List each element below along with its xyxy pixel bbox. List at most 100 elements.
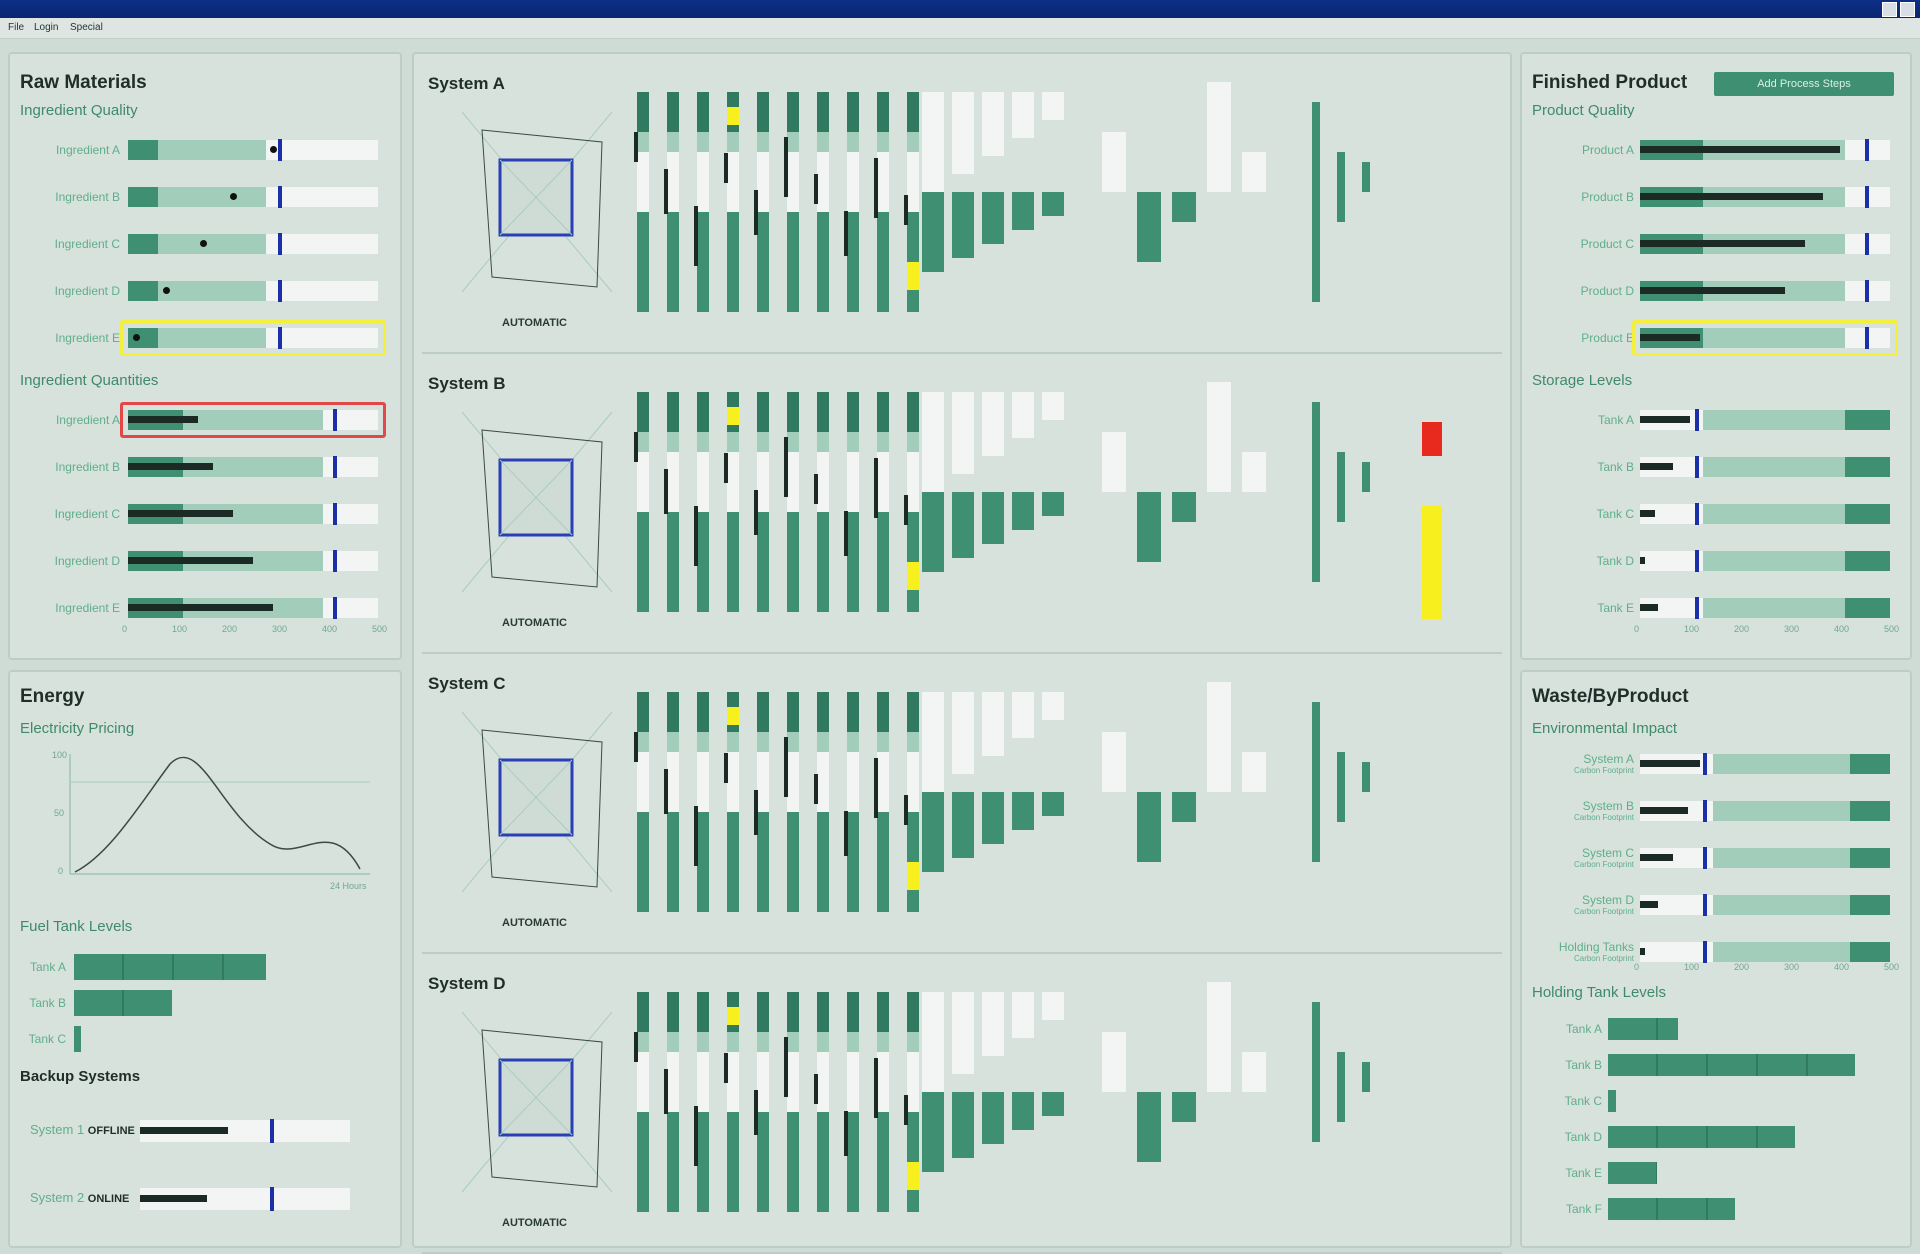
row-label: Tank D — [1564, 1130, 1602, 1144]
parameter-slider[interactable] — [727, 92, 739, 312]
row-label: Ingredient D — [54, 284, 120, 298]
row-label: System D — [1581, 893, 1634, 907]
bullet-bar — [1640, 287, 1785, 294]
row-label: Tank C — [1564, 1094, 1602, 1108]
slider-indicator — [904, 495, 908, 525]
slider-indicator — [664, 769, 668, 814]
axis-tick: 500 — [1884, 962, 1900, 972]
parameter-slider[interactable] — [877, 92, 889, 312]
slider-indicator — [874, 158, 878, 218]
parameter-slider[interactable] — [847, 92, 859, 312]
parameter-slider[interactable] — [697, 392, 709, 612]
bullet-bar — [1640, 240, 1805, 247]
parameter-slider[interactable] — [757, 392, 769, 612]
waterfall-bar-positive — [1042, 92, 1064, 120]
pricing-xlabel: 24 Hours — [330, 881, 367, 891]
parameter-slider[interactable] — [727, 992, 739, 1212]
parameter-slider[interactable] — [757, 692, 769, 912]
system-name: System C — [428, 674, 506, 693]
parameter-slider[interactable] — [817, 92, 829, 312]
parameter-slider[interactable] — [847, 992, 859, 1212]
parameter-slider[interactable] — [727, 692, 739, 912]
impact-bar — [1640, 854, 1673, 861]
parameter-slider[interactable] — [817, 392, 829, 612]
quality-point — [162, 287, 170, 294]
waterfall-bar-positive — [952, 992, 974, 1074]
slider-indicator — [874, 758, 878, 818]
system-status-diagram — [461, 1011, 613, 1193]
backup-systems-heading: Backup Systems — [20, 1068, 141, 1085]
waterfall-bar-positive — [982, 692, 1004, 756]
parameter-slider[interactable] — [847, 692, 859, 912]
variance-bar-negative — [1137, 192, 1161, 262]
target-marker — [278, 139, 282, 161]
system-mode: AUTOMATIC — [502, 917, 567, 929]
variance-bar-negative — [1137, 792, 1161, 862]
variance-bar-positive — [1102, 432, 1126, 492]
row-label: Holding Tanks — [1558, 940, 1634, 954]
holding-bar — [1608, 1054, 1855, 1076]
parameter-slider[interactable] — [667, 692, 679, 912]
target-marker — [1695, 503, 1699, 525]
slider-indicator — [694, 506, 698, 566]
parameter-slider[interactable] — [877, 992, 889, 1212]
parameter-slider[interactable] — [637, 992, 649, 1212]
add-process-steps-button[interactable]: Add Process Steps — [1714, 72, 1894, 96]
parameter-slider[interactable] — [757, 92, 769, 312]
variance-bar-positive — [1207, 382, 1231, 492]
row-label: Ingredient A — [55, 413, 120, 427]
parameter-slider[interactable] — [817, 992, 829, 1212]
close-button[interactable] — [1900, 2, 1915, 17]
row-sublabel: Carbon Footprint — [1573, 813, 1634, 822]
step-bar — [1337, 152, 1345, 222]
target-marker — [333, 597, 337, 619]
parameter-slider[interactable] — [787, 392, 799, 612]
parameter-slider[interactable] — [787, 992, 799, 1212]
slider-indicator — [754, 490, 758, 535]
slider-warning — [907, 1162, 919, 1190]
parameter-slider[interactable] — [787, 92, 799, 312]
backup-name: System 1 — [30, 1122, 88, 1137]
backup-label: System 1 OFFLINE — [30, 1122, 135, 1137]
slider-indicator — [694, 206, 698, 266]
axis-tick: 300 — [272, 624, 288, 634]
target-marker — [1695, 409, 1699, 431]
parameter-slider[interactable] — [847, 392, 859, 612]
slider-indicator — [724, 453, 728, 483]
system-mode: AUTOMATIC — [502, 1217, 567, 1229]
parameter-slider[interactable] — [877, 392, 889, 612]
minimize-button[interactable] — [1882, 2, 1897, 17]
parameter-slider[interactable] — [817, 692, 829, 912]
row-label: Tank A — [1565, 1022, 1602, 1036]
menu-login[interactable]: Login — [34, 18, 58, 38]
axis-tick: 300 — [1784, 962, 1800, 972]
environmental-impact-heading: Environmental Impact — [1532, 720, 1678, 737]
parameter-slider[interactable] — [697, 692, 709, 912]
parameter-slider[interactable] — [727, 392, 739, 612]
parameter-slider[interactable] — [697, 992, 709, 1212]
impact-bar — [1640, 760, 1700, 767]
parameter-slider[interactable] — [757, 992, 769, 1212]
parameter-slider[interactable] — [637, 692, 649, 912]
waterfall-bar-negative — [922, 492, 944, 572]
parameter-slider[interactable] — [787, 692, 799, 912]
electricity-pricing-chart: 100 50 0 24 Hours — [52, 750, 370, 891]
slider-indicator — [904, 1095, 908, 1125]
storage-bar — [1640, 416, 1690, 423]
parameter-slider[interactable] — [697, 92, 709, 312]
waterfall-bar-positive — [1012, 92, 1034, 138]
parameter-slider[interactable] — [637, 392, 649, 612]
quality-point — [200, 240, 207, 247]
parameter-slider[interactable] — [667, 992, 679, 1212]
slider-indicator — [784, 1037, 788, 1097]
menu-special[interactable]: Special — [70, 18, 103, 38]
row-label: Ingredient E — [55, 601, 120, 615]
slider-indicator — [724, 153, 728, 183]
menu-file[interactable]: File — [8, 18, 24, 38]
holding-bar — [1608, 1162, 1658, 1184]
parameter-slider[interactable] — [667, 392, 679, 612]
parameter-slider[interactable] — [877, 692, 889, 912]
slider-indicator — [724, 753, 728, 783]
parameter-slider[interactable] — [637, 92, 649, 312]
parameter-slider[interactable] — [667, 92, 679, 312]
